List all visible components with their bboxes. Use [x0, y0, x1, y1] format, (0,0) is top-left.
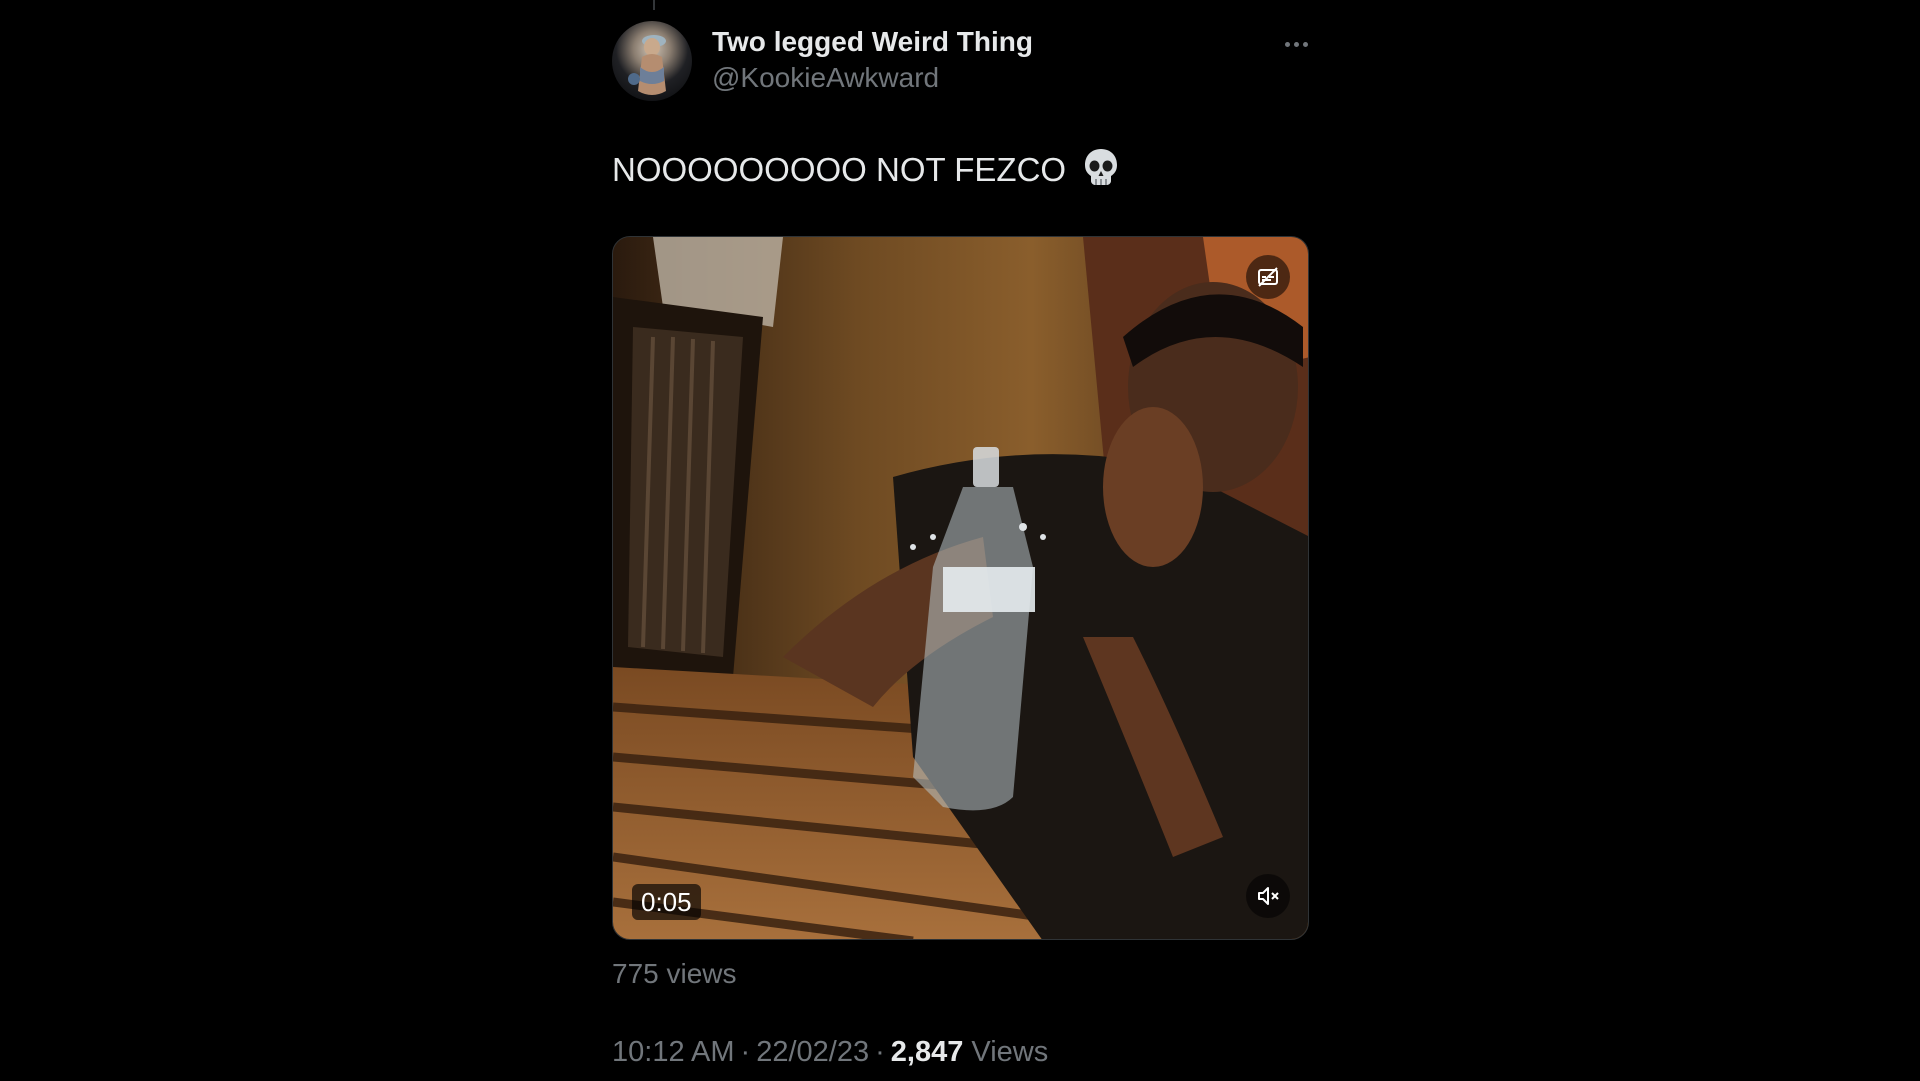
video-frame: [613, 237, 1308, 939]
captions-icon: [1258, 267, 1278, 287]
author-display-name[interactable]: Two legged Weird Thing: [712, 23, 1033, 61]
more-dot-icon: [1302, 41, 1308, 47]
video-player[interactable]: 0:05: [612, 236, 1309, 940]
avatar[interactable]: [612, 21, 692, 101]
author-handle[interactable]: @KookieAwkward: [712, 61, 1033, 95]
tweet-text: NOOOOOOOOO NOT FEZCO: [612, 147, 1119, 198]
mute-button[interactable]: [1246, 874, 1290, 918]
tweet-date[interactable]: 22/02/23: [756, 1036, 869, 1068]
mute-icon: [1258, 887, 1279, 905]
more-options-button[interactable]: [1276, 30, 1316, 58]
tweet-meta: 10:12 AM · 22/02/23 · 2,847 Views: [612, 1033, 1048, 1071]
more-dot-icon: [1293, 41, 1299, 47]
media-view-count: 775 views: [612, 958, 737, 989]
captions-button[interactable]: [1246, 255, 1290, 299]
avatar-image: [628, 35, 666, 95]
tweet: Two legged Weird Thing @KookieAwkward NO…: [612, 0, 1309, 1081]
more-dot-icon: [1284, 41, 1290, 47]
tweet-text-content: NOOOOOOOOO NOT FEZCO: [612, 151, 1067, 188]
tweet-views-label: Views: [971, 1036, 1049, 1068]
skull-emoji-icon: [1083, 147, 1119, 198]
meta-separator: ·: [740, 1036, 751, 1068]
author-block: Two legged Weird Thing @KookieAwkward: [712, 23, 1033, 95]
tweet-time[interactable]: 10:12 AM: [612, 1036, 735, 1068]
thread-connector-line: [653, 0, 655, 10]
video-duration: 0:05: [632, 884, 701, 920]
meta-separator: ·: [875, 1036, 885, 1068]
tweet-views-count[interactable]: 2,847: [891, 1036, 964, 1068]
